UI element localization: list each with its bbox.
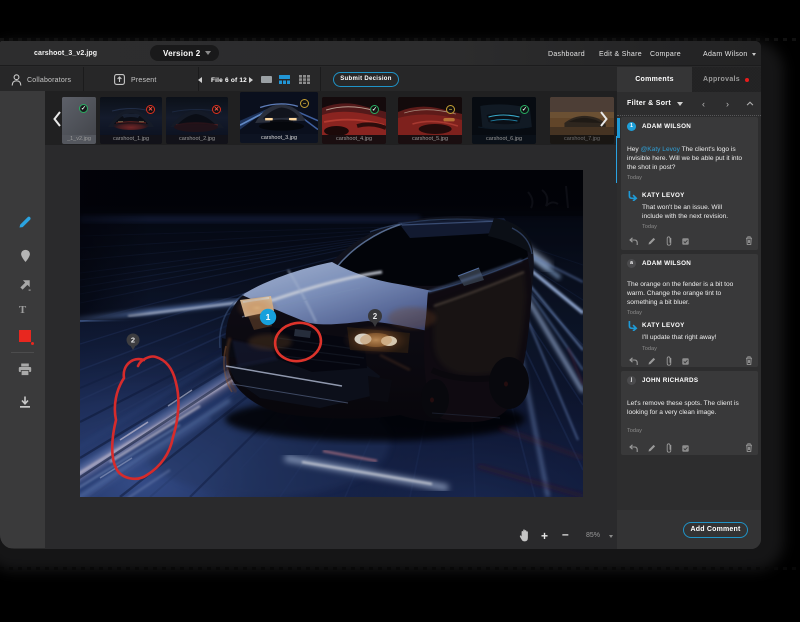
svg-text:1: 1 (266, 312, 271, 322)
svg-text:2: 2 (373, 312, 378, 321)
svg-text:2: 2 (131, 336, 135, 345)
